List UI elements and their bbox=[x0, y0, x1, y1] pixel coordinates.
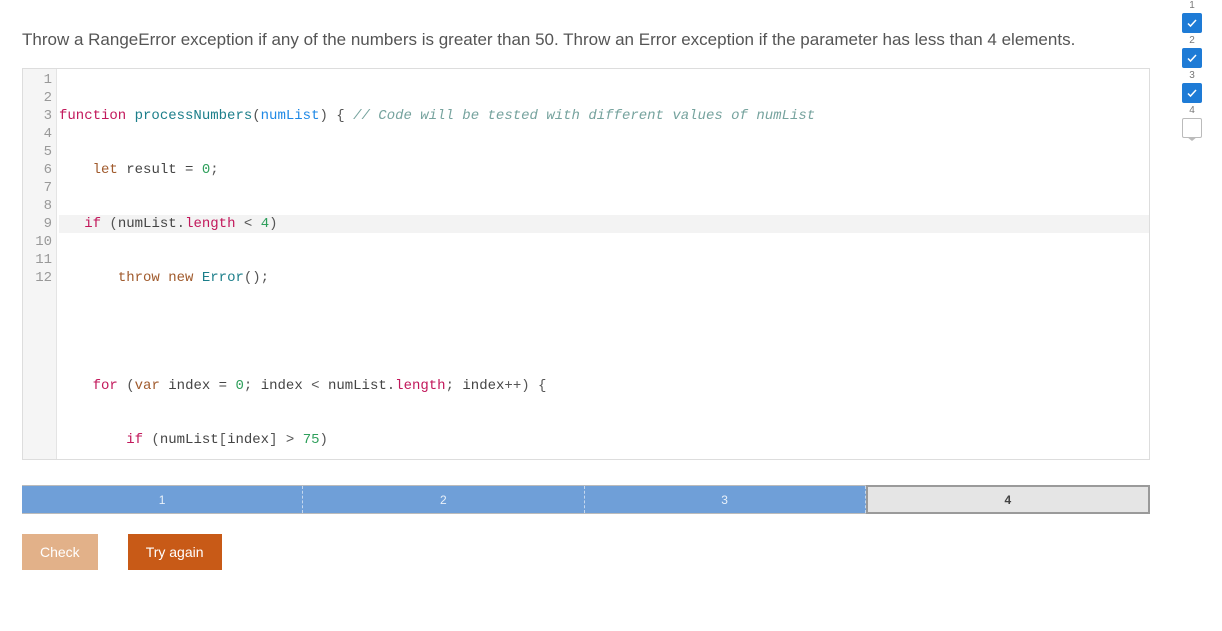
check-icon bbox=[1186, 17, 1198, 29]
line-number: 12 bbox=[23, 269, 52, 287]
code-line[interactable] bbox=[59, 323, 1149, 341]
progress-sidebar: 1 2 3 4 bbox=[1170, 0, 1214, 631]
line-number: 8 bbox=[23, 197, 52, 215]
instruction-text: Throw a RangeError exception if any of t… bbox=[22, 26, 1150, 54]
line-number: 5 bbox=[23, 143, 52, 161]
step-indicator-done[interactable] bbox=[1182, 48, 1202, 68]
line-number: 3 bbox=[23, 107, 52, 125]
line-number: 7 bbox=[23, 179, 52, 197]
test-case-tab-1[interactable]: 1 bbox=[22, 486, 303, 513]
line-number-gutter: 1 2 3 4 5 6 7 8 9 10 11 12 bbox=[23, 69, 57, 460]
test-case-tab-4[interactable]: 4 bbox=[866, 485, 1150, 514]
try-again-button[interactable]: Try again bbox=[128, 534, 222, 570]
line-number: 1 bbox=[23, 71, 52, 89]
check-button[interactable]: Check bbox=[22, 534, 98, 570]
check-icon bbox=[1186, 87, 1198, 99]
test-case-tab-2[interactable]: 2 bbox=[303, 486, 584, 513]
check-icon bbox=[1186, 52, 1198, 64]
step-indicator-current[interactable] bbox=[1182, 118, 1202, 138]
line-number: 2 bbox=[23, 89, 52, 107]
line-number: 4 bbox=[23, 125, 52, 143]
step-indicator-done[interactable] bbox=[1182, 83, 1202, 103]
step-number: 2 bbox=[1189, 35, 1195, 46]
line-number: 9 bbox=[23, 215, 52, 233]
test-case-tab-3[interactable]: 3 bbox=[585, 486, 866, 513]
code-line[interactable]: for (var index = 0; index < numList.leng… bbox=[59, 377, 1149, 395]
test-case-nav: 1 2 3 4 bbox=[22, 485, 1150, 514]
line-number: 6 bbox=[23, 161, 52, 179]
code-line[interactable]: function processNumbers(numList) { // Co… bbox=[59, 107, 1149, 125]
step-number: 3 bbox=[1189, 70, 1195, 81]
code-line[interactable]: throw new Error(); bbox=[59, 269, 1149, 287]
code-line[interactable]: let result = 0; bbox=[59, 161, 1149, 179]
code-line[interactable]: if (numList.length < 4) bbox=[59, 215, 1149, 233]
line-number: 11 bbox=[23, 251, 52, 269]
step-indicator-done[interactable] bbox=[1182, 13, 1202, 33]
code-content[interactable]: function processNumbers(numList) { // Co… bbox=[57, 69, 1149, 460]
step-number: 4 bbox=[1189, 105, 1195, 116]
step-number: 1 bbox=[1189, 0, 1195, 11]
code-editor[interactable]: 1 2 3 4 5 6 7 8 9 10 11 12 function proc… bbox=[22, 68, 1150, 460]
line-number: 10 bbox=[23, 233, 52, 251]
code-line[interactable]: if (numList[index] > 75) bbox=[59, 431, 1149, 449]
